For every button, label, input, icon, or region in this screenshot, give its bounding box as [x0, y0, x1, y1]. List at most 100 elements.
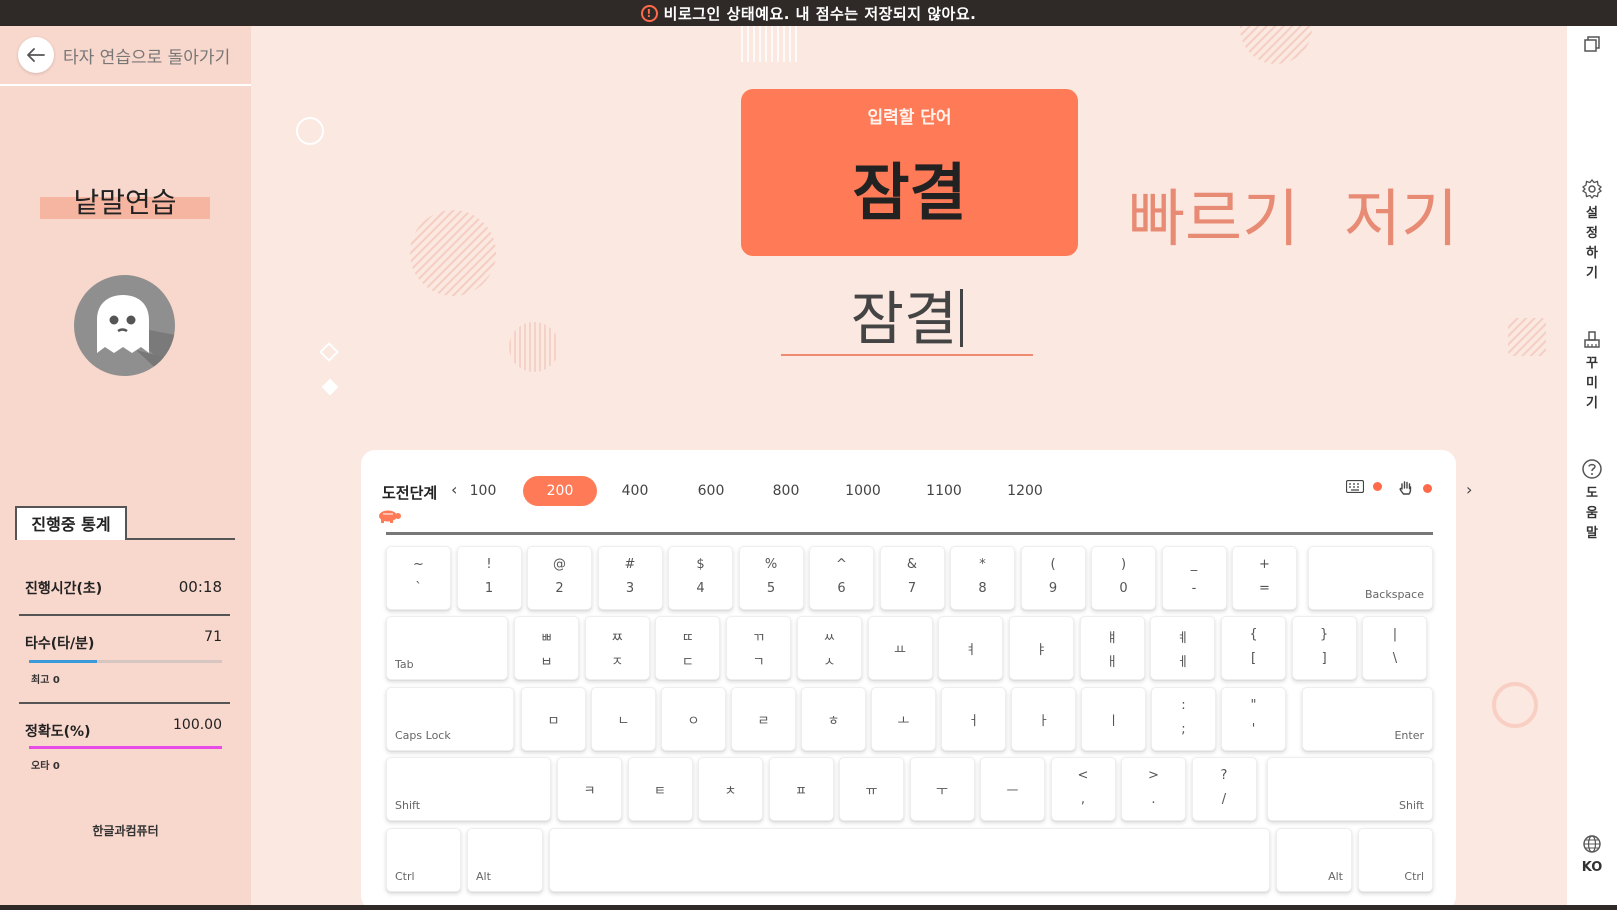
key[interactable]: ㄲㄱ: [726, 616, 792, 680]
key[interactable]: <,: [1050, 757, 1116, 821]
level-button[interactable]: 800: [749, 476, 823, 506]
decor-diamond: [321, 378, 339, 396]
level-next-icon[interactable]: ›: [1466, 480, 1472, 499]
key[interactable]: ㄹ: [731, 687, 796, 751]
key-label: Tab: [395, 658, 414, 671]
level-button[interactable]: 1000: [826, 476, 900, 506]
key[interactable]: ㅖㅔ: [1150, 616, 1216, 680]
key[interactable]: " ': [1221, 687, 1286, 751]
window-button[interactable]: [1567, 34, 1617, 58]
key[interactable]: ㅏ: [1011, 687, 1076, 751]
space-key[interactable]: [549, 828, 1270, 892]
help-icon[interactable]: [1581, 458, 1603, 480]
key[interactable]: #3: [597, 546, 663, 610]
alt-right-key[interactable]: Alt: [1276, 828, 1352, 892]
decorate-label-1[interactable]: 꾸: [1567, 354, 1617, 374]
key[interactable]: ㅗ: [871, 687, 936, 751]
settings-button[interactable]: 설 정 하 기: [1567, 178, 1617, 284]
level-button[interactable]: 1100: [907, 476, 981, 506]
key[interactable]: ^ 6: [809, 546, 874, 610]
key[interactable]: ! 1: [456, 546, 522, 610]
hand-icon[interactable]: [1398, 480, 1414, 496]
settings-label-1[interactable]: 설: [1567, 204, 1617, 224]
gear-icon[interactable]: [1581, 178, 1603, 200]
decorate-label-2[interactable]: 미: [1567, 374, 1617, 394]
level-button[interactable]: 100: [446, 476, 520, 506]
keyboard-toggle[interactable]: [1346, 480, 1382, 493]
decorate-button[interactable]: 꾸 미 기: [1567, 328, 1617, 414]
key[interactable]: ㅑ: [1008, 616, 1074, 680]
language-button[interactable]: KO: [1567, 834, 1617, 878]
back-arrow-icon[interactable]: [18, 37, 54, 73]
key[interactable]: % 5: [738, 546, 804, 610]
typing-input[interactable]: 잠결: [781, 272, 1033, 356]
hand-guide-toggle[interactable]: [1398, 480, 1432, 496]
shift-right-key[interactable]: Shift: [1267, 757, 1433, 821]
settings-label-2[interactable]: 정: [1567, 224, 1617, 244]
key[interactable]: * 8: [950, 546, 1015, 610]
shift-left-key[interactable]: Shift: [386, 757, 551, 821]
help-label-2[interactable]: 움: [1567, 504, 1617, 524]
ctrl-right-key[interactable]: Ctrl: [1358, 828, 1433, 892]
key[interactable]: ㅆㅅ: [796, 616, 862, 680]
key[interactable]: ㅒㅐ: [1079, 616, 1145, 680]
brush-icon[interactable]: [1581, 328, 1603, 350]
key[interactable]: ㅕ: [938, 616, 1004, 680]
key[interactable]: & 7: [879, 546, 945, 610]
key[interactable]: ? /: [1191, 757, 1257, 821]
settings-label-3[interactable]: 하: [1567, 244, 1617, 264]
help-button[interactable]: 도 움 말: [1567, 458, 1617, 544]
key[interactable]: ㅓ: [941, 687, 1006, 751]
key[interactable]: {[: [1221, 616, 1286, 680]
ctrl-left-key[interactable]: Ctrl: [386, 828, 461, 892]
key[interactable]: ㅡ: [980, 757, 1045, 821]
back-to-typing-link[interactable]: 타자 연습으로 돌아가기: [0, 26, 251, 86]
alt-left-key[interactable]: Alt: [467, 828, 543, 892]
settings-label-4[interactable]: 기: [1567, 264, 1617, 284]
key[interactable]: :;: [1151, 687, 1216, 751]
tab-key[interactable]: Tab: [386, 616, 508, 680]
level-button[interactable]: 600: [674, 476, 748, 506]
level-button[interactable]: 200: [523, 476, 597, 506]
key[interactable]: ㅛ: [867, 616, 933, 680]
key[interactable]: ㅠ: [839, 757, 904, 821]
key[interactable]: @2: [527, 546, 592, 610]
decorate-label-3[interactable]: 기: [1567, 394, 1617, 414]
key[interactable]: | \: [1362, 616, 1428, 680]
key[interactable]: _ -: [1161, 546, 1227, 610]
key[interactable]: ) 0: [1091, 546, 1156, 610]
key[interactable]: ㄸㄷ: [655, 616, 721, 680]
accuracy-errors: 오타 0: [31, 761, 60, 772]
key[interactable]: $4: [668, 546, 733, 610]
stats-tab[interactable]: 진행중 통계: [15, 506, 127, 540]
key[interactable]: ㅇ: [661, 687, 726, 751]
help-label-1[interactable]: 도: [1567, 484, 1617, 504]
key[interactable]: ㅌ: [627, 757, 693, 821]
key[interactable]: ㅎ: [801, 687, 866, 751]
key[interactable]: ㅁ: [521, 687, 586, 751]
key[interactable]: + =: [1232, 546, 1297, 610]
key[interactable]: ㄴ: [591, 687, 656, 751]
back-label[interactable]: 타자 연습으로 돌아가기: [63, 43, 230, 68]
key[interactable]: ㅍ: [768, 757, 834, 821]
key[interactable]: ㅉㅈ: [584, 616, 650, 680]
key[interactable]: ㅜ: [909, 757, 975, 821]
level-button[interactable]: 1200: [988, 476, 1062, 506]
language-label[interactable]: KO: [1567, 858, 1617, 878]
key[interactable]: ㅣ: [1081, 687, 1146, 751]
caps-lock-key[interactable]: Caps Lock: [386, 687, 514, 751]
globe-icon[interactable]: [1582, 834, 1602, 854]
key[interactable]: ㅃㅂ: [514, 616, 579, 680]
help-label-3[interactable]: 말: [1567, 524, 1617, 544]
backspace-key[interactable]: Backspace: [1308, 546, 1433, 610]
key[interactable]: >.: [1121, 757, 1186, 821]
key[interactable]: }]: [1291, 616, 1357, 680]
key[interactable]: (9: [1020, 546, 1086, 610]
key[interactable]: ㅊ: [698, 757, 763, 821]
key[interactable]: ㅋ: [557, 757, 622, 821]
enter-key[interactable]: Enter: [1302, 687, 1433, 751]
level-button[interactable]: 400: [598, 476, 672, 506]
window-icon[interactable]: [1582, 34, 1602, 54]
key[interactable]: ~ `: [386, 546, 451, 610]
keyboard-icon[interactable]: [1346, 480, 1364, 493]
